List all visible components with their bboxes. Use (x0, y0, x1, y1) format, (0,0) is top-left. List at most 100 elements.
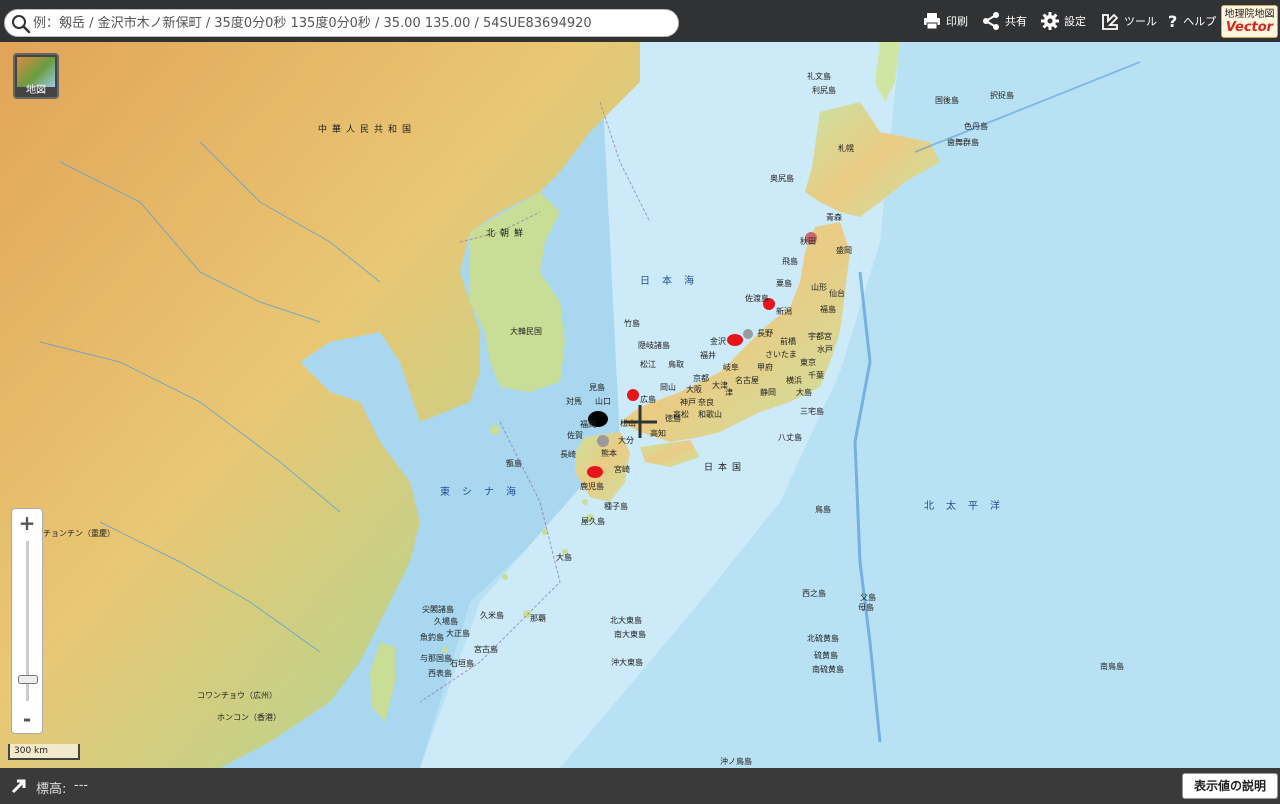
label-kumejima: 久米島 (480, 611, 504, 620)
label-naha: 那覇 (530, 614, 546, 623)
layer-switch-button[interactable]: 地図 (13, 53, 59, 99)
label-nishinoshima: 西之島 (802, 589, 826, 598)
label-hachijo: 八丈島 (778, 433, 802, 442)
label-maebashi: 前橋 (780, 337, 796, 346)
label-takeshima: 竹島 (624, 319, 640, 328)
value-explanation-button[interactable]: 表示値の説明 (1182, 773, 1278, 799)
label-guangzhou: コワンチョウ（広州） (197, 691, 277, 700)
label-niigata: 新潟 (776, 307, 792, 316)
label-minamidaito: 南大東島 (614, 630, 646, 639)
label-utsunomiya: 宇都宮 (808, 332, 832, 341)
label-saitama: さいたま (765, 350, 797, 359)
settings-button[interactable]: 設定 (1040, 0, 1086, 42)
label-minamiio: 南硫黄島 (812, 665, 844, 674)
search-box[interactable] (4, 9, 679, 37)
label-iriomote: 西表島 (428, 669, 452, 678)
label-gifu: 岐阜 (723, 363, 739, 372)
label-nagano: 長野 (757, 329, 773, 338)
label-kobe: 神戸 (680, 398, 696, 407)
label-tsushima: 対馬 (566, 397, 582, 406)
label-yakushima: 屋久島 (581, 517, 605, 526)
label-torishima: 鳥島 (815, 505, 831, 514)
label-pacific: 北太平洋 (924, 501, 1012, 512)
label-oita: 大分 (618, 436, 634, 445)
label-awashima: 粟島 (776, 279, 792, 288)
label-aomori: 青森 (826, 213, 842, 222)
label-kyoto: 京都 (693, 374, 709, 383)
settings-label: 設定 (1064, 15, 1086, 28)
label-yokohama: 横浜 (786, 376, 802, 385)
label-kofu: 甲府 (757, 363, 773, 372)
gear-icon (1041, 12, 1059, 30)
label-kanazawa: 金沢 (710, 337, 726, 346)
label-kitadaito: 北大東島 (610, 616, 642, 625)
label-mito: 水戸 (817, 345, 833, 354)
label-shizuoka: 静岡 (760, 388, 776, 397)
search-input[interactable] (33, 12, 663, 34)
gsi-vector-logo[interactable]: 地理院地図 Vector (1221, 5, 1278, 38)
label-hongkong: ホンコン（香港） (217, 713, 281, 722)
label-miyazaki: 宮崎 (614, 465, 630, 474)
label-wakayama: 和歌山 (698, 410, 722, 419)
label-okayama: 岡山 (660, 383, 676, 392)
label-kubajima: 久場島 (434, 617, 458, 626)
label-chiba: 千葉 (808, 371, 824, 380)
label-saga: 佐賀 (567, 431, 583, 440)
map-canvas[interactable]: 中華人民共和国 北朝鮮 大韓民国 日本国 日本海 東シナ海 北太平洋 礼文島 利… (0, 42, 1280, 768)
label-rishiri: 利尻島 (812, 86, 836, 95)
search-icon (12, 15, 31, 34)
label-okidaito: 沖大東島 (611, 658, 643, 667)
label-north-korea: 北朝鮮 (486, 229, 529, 239)
label-tottori: 鳥取 (668, 360, 684, 369)
label-miyake: 三宅島 (800, 407, 824, 416)
label-ohshima-south: 大島 (556, 553, 572, 562)
share-icon (983, 12, 999, 30)
label-okushiri: 奥尻島 (770, 174, 794, 183)
label-akita: 秋田 (800, 237, 816, 246)
label-east-china-sea: 東シナ海 (440, 487, 528, 498)
label-fukushima: 福島 (820, 305, 836, 314)
help-button[interactable]: ? ヘルプ (1168, 0, 1216, 42)
elevation-value: --- (74, 778, 89, 793)
label-sea-of-japan: 日本海 (640, 276, 706, 287)
label-tokyo: 東京 (800, 358, 816, 367)
label-tanegashima: 種子島 (604, 502, 628, 511)
tools-icon (1102, 13, 1119, 30)
label-sapporo: 札幌 (838, 144, 854, 153)
label-kagoshima: 鹿児島 (580, 482, 604, 491)
help-label: ヘルプ (1183, 15, 1217, 28)
label-ioto: 硫黄島 (814, 651, 838, 660)
scale-bar: 300 km (8, 744, 80, 760)
expand-arrow-icon[interactable] (10, 777, 28, 795)
zoom-in-button[interactable]: + (12, 509, 42, 537)
help-icon: ? (1168, 11, 1178, 31)
label-kitaio: 北硫黄島 (807, 634, 839, 643)
zoom-slider-thumb[interactable] (18, 674, 38, 684)
label-koshiki: 甑島 (506, 459, 522, 468)
label-mishima: 見島 (589, 383, 605, 392)
label-kochi: 高知 (650, 429, 666, 438)
zoom-out-button[interactable]: - (12, 705, 42, 733)
label-rebun: 礼文島 (807, 72, 831, 81)
label-taishojima: 大正島 (446, 629, 470, 638)
label-fukuoka: 福岡 (580, 420, 596, 429)
label-tobishima: 飛島 (782, 257, 798, 266)
label-hiroshima: 広島 (640, 395, 656, 404)
label-osaka: 大阪 (686, 385, 702, 394)
label-minamitorishima: 南鳥島 (1100, 662, 1124, 671)
label-china: 中華人民共和国 (318, 125, 417, 135)
label-nagasaki: 長崎 (560, 450, 576, 459)
label-south-korea: 大韓民国 (510, 327, 542, 336)
tools-button[interactable]: ツール (1100, 0, 1157, 42)
label-kumamoto: 熊本 (601, 449, 617, 458)
share-button[interactable]: 共有 (981, 0, 1027, 42)
label-matsuyama: 松山 (620, 419, 636, 428)
label-tokushima: 徳島 (665, 414, 681, 423)
label-nara: 奈良 (698, 398, 714, 407)
label-miyako: 宮古島 (474, 645, 498, 654)
print-button[interactable]: 印刷 (922, 0, 968, 42)
label-yonaguni: 与那国島 (420, 654, 452, 663)
label-japan: 日本国 (704, 463, 747, 473)
label-oki: 隠岐諸島 (638, 341, 670, 350)
elevation-label: 標高: (36, 782, 67, 797)
